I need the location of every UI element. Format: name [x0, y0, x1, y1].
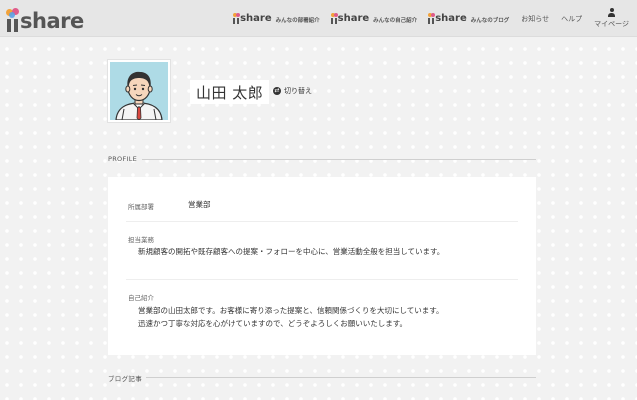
logo-text: share — [20, 9, 84, 33]
nav-brand-text: share — [337, 13, 370, 24]
duty-label: 担当業務 — [128, 236, 154, 244]
department-label: 所属部署 — [128, 203, 154, 211]
blog-section-rule — [146, 377, 536, 378]
nav-label: みんなの自己紹介 — [373, 18, 418, 24]
nav-brand-logo: share — [233, 13, 272, 24]
profile-avatar — [108, 60, 170, 122]
logo-mark-icon — [6, 8, 20, 32]
main-nav: share みんなの部署紹介 share みんなの自己紹介 share みんなの… — [222, 0, 629, 37]
profile-section-rule — [142, 159, 536, 160]
swap-icon: ⇄ — [273, 87, 281, 95]
profile-name-box: 山田 太郎 — [190, 80, 270, 104]
brand-mark-icon — [330, 13, 338, 24]
duty-value: 新規顧客の開拓や既存顧客への提案・フォローを中心に、営業活動全般を担当しています… — [138, 247, 445, 256]
nav-news-link[interactable]: お知らせ — [521, 14, 549, 24]
intro-line-1: 営業部の山田太郎です。お客様に寄り添った提案と、信頼関係づくりを大切にしています… — [138, 306, 444, 315]
nav-label: みんなのブログ — [470, 18, 510, 24]
nav-brand-text: share — [435, 13, 467, 24]
nav-label: みんなの部署紹介 — [275, 18, 320, 24]
row-divider — [126, 279, 518, 280]
blog-section-title: ブログ記事 — [108, 375, 142, 383]
profile-name: 山田 太郎 — [196, 83, 264, 102]
person-illustration-icon — [110, 62, 168, 120]
switch-profile-button[interactable]: ⇄ 切り替え — [273, 86, 312, 96]
nav-brand-logo: share — [428, 13, 467, 24]
nav-mypage-link[interactable]: マイページ — [594, 8, 629, 29]
nav-brand-logo: share — [330, 13, 370, 24]
site-logo[interactable]: share — [6, 6, 84, 32]
department-value: 営業部 — [188, 200, 211, 209]
profile-details-card: 所属部署 営業部 担当業務 新規顧客の開拓や既存顧客への提案・フォローを中心に、… — [108, 177, 536, 355]
profile-section-title: PROFILE — [108, 155, 138, 163]
nav-brand-text: share — [240, 13, 272, 24]
brand-mark-icon — [428, 13, 436, 24]
nav-blog[interactable]: share みんなのブログ — [428, 13, 509, 24]
nav-department-intro[interactable]: share みんなの部署紹介 — [233, 13, 320, 24]
intro-label: 自己紹介 — [128, 294, 154, 302]
nav-help-link[interactable]: ヘルプ — [561, 14, 582, 24]
switch-label: 切り替え — [284, 87, 312, 95]
user-icon — [607, 8, 616, 17]
top-header: share share みんなの部署紹介 share みんなの自己紹介 shar… — [0, 0, 637, 37]
brand-mark-icon — [233, 13, 241, 24]
nav-self-intro[interactable]: share みんなの自己紹介 — [330, 13, 418, 24]
mypage-label: マイページ — [594, 20, 629, 28]
row-divider — [126, 221, 518, 222]
intro-line-2: 迅速かつ丁寧な対応を心がけていますので、どうぞよろしくお願いいたします。 — [138, 319, 407, 328]
